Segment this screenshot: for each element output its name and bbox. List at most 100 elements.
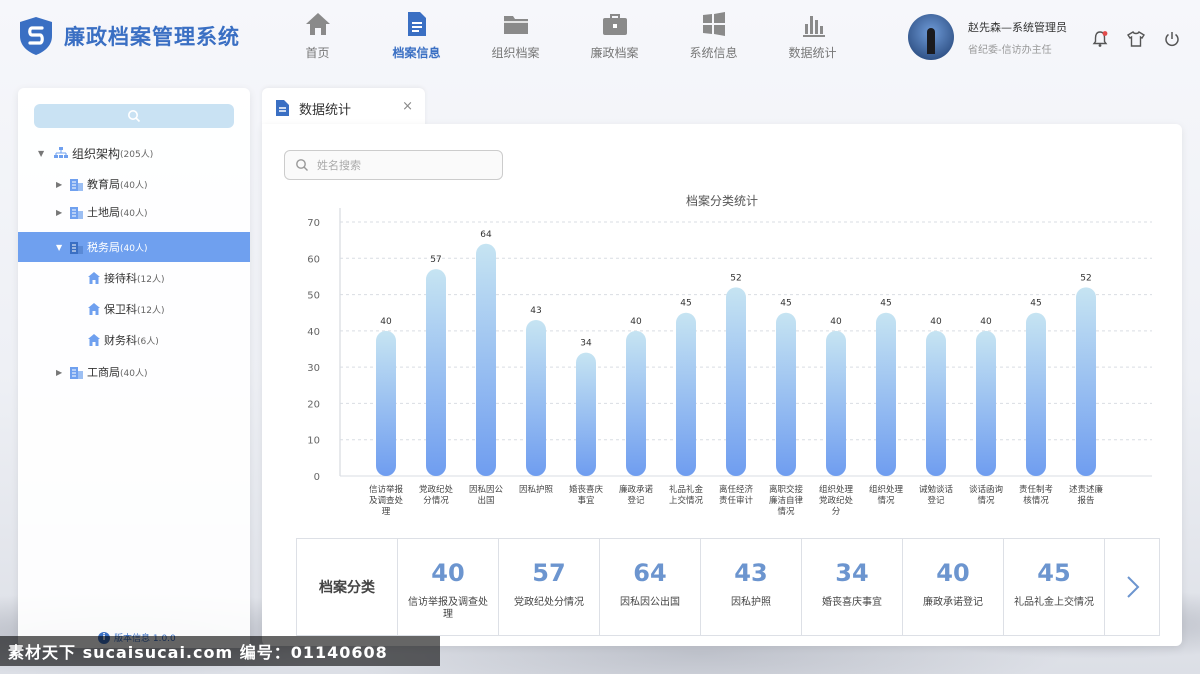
app-title: 廉政档案管理系统: [64, 25, 240, 49]
document-icon: [276, 100, 289, 116]
bar: [926, 330, 946, 476]
user-role: 省纪委-信访办主任: [968, 44, 1052, 56]
chevron-right-icon: [1127, 576, 1140, 598]
bar: [476, 243, 496, 476]
x-tick-label-line: 理: [382, 507, 391, 517]
bar-value-label: 43: [530, 306, 541, 316]
x-tick-label: 信访举报及调查处理: [369, 484, 404, 517]
tree-root[interactable]: ▼ 组织架构 (205人): [18, 138, 250, 168]
x-tick-label-line: 离职交接: [769, 484, 804, 495]
x-tick-label: 谈话函询情况: [969, 484, 1003, 506]
expanded-caret-icon: ▼: [56, 242, 63, 252]
summary-value: 40: [936, 559, 970, 587]
bar-value-label: 40: [830, 317, 842, 327]
notification-bell-icon[interactable]: [1088, 28, 1112, 50]
windows-icon: [702, 12, 725, 36]
summary-cell[interactable]: 34 婚丧喜庆事宜: [802, 539, 903, 635]
sidebar-org-tree: ▼ 组织架构 (205人) ▶ 教育局 (40人) ▶ 土地局 (40人) ▼ 税务局…: [18, 88, 250, 648]
tree-item-label: 税务局: [87, 241, 120, 254]
close-icon[interactable]: ×: [402, 99, 413, 114]
building-icon: [70, 178, 83, 191]
summary-cell[interactable]: 64 因私因公出国: [600, 539, 701, 635]
x-tick-label-line: 礼品礼金: [669, 484, 704, 495]
bar-chart: 01020304050607040信访举报及调查处理57党政纪处分情况64因私因…: [307, 208, 1152, 517]
house-icon: [88, 303, 100, 315]
tree-item-label: 接待科: [104, 272, 137, 285]
collapsed-caret-icon: ▶: [56, 367, 63, 377]
tab-data-stats[interactable]: 数据统计 ×: [262, 88, 425, 128]
tree-item-finance[interactable]: 财务科 (6人): [18, 325, 250, 355]
document-icon: [407, 12, 426, 36]
x-tick-label-line: 廉洁自律: [769, 495, 804, 506]
x-tick-label: 礼品礼金上交情况: [669, 484, 704, 506]
x-tick-label-line: 信访举报: [369, 484, 404, 495]
bar-chart-icon: [802, 16, 825, 37]
tree-item-count: (12人): [137, 305, 165, 316]
summary-value: 57: [532, 559, 566, 587]
user-profile[interactable]: 赵先森—系统管理员 省纪委-信访办主任: [908, 14, 1067, 60]
building-icon: [70, 206, 83, 219]
summary-cell[interactable]: 40 信访举报及调查处理: [398, 539, 499, 635]
power-logout-icon[interactable]: [1160, 28, 1184, 50]
summary-cell[interactable]: 40 廉政承诺登记: [903, 539, 1004, 635]
bar-value-label: 40: [630, 317, 642, 327]
tree-item-reception[interactable]: 接待科 (12人): [18, 263, 250, 293]
summary-next-button[interactable]: [1105, 539, 1159, 635]
tree-item-tax[interactable]: ▼ 税务局 (40人): [18, 232, 250, 262]
nav-archive-info[interactable]: 档案信息: [367, 10, 466, 70]
tree-item-label: 保卫科: [104, 303, 137, 316]
bar-value-label: 45: [680, 299, 691, 309]
nav-data-stats[interactable]: 数据统计: [763, 10, 862, 70]
x-tick-label-line: 因私护照: [519, 484, 554, 495]
bar-value-label: 34: [580, 339, 592, 349]
bar-value-label: 52: [730, 273, 741, 283]
y-tick-label: 10: [307, 436, 320, 447]
summary-value: 64: [633, 559, 667, 587]
bar: [426, 269, 446, 476]
tree-item-commerce[interactable]: ▶ 工商局 (40人): [18, 357, 250, 387]
nav-system-info[interactable]: 系统信息: [664, 10, 763, 70]
bar: [576, 352, 596, 476]
x-tick-label-line: 因私因公: [469, 485, 504, 495]
x-tick-label-line: 情况: [977, 495, 995, 506]
nav-home[interactable]: 首页: [268, 10, 367, 70]
x-tick-label-line: 婚丧喜庆: [569, 484, 604, 495]
bar-value-label: 40: [380, 317, 392, 327]
bar: [726, 287, 746, 476]
y-tick-label: 40: [307, 327, 320, 338]
summary-cell[interactable]: 57 党政纪处分情况: [499, 539, 600, 635]
bar: [626, 330, 646, 476]
summary-header: 档案分类: [297, 539, 398, 635]
x-tick-label-line: 分: [832, 507, 841, 517]
summary-cell[interactable]: 43 因私护照: [701, 539, 802, 635]
expanded-caret-icon: ▼: [38, 148, 45, 158]
nav-org-archive[interactable]: 组织档案: [466, 10, 565, 70]
main-panel: 档案分类统计 01020304050607040信访举报及调查处理57党政纪处分…: [262, 124, 1182, 646]
summary-strip: 档案分类 40 信访举报及调查处理 57 党政纪处分情况 64 因私因公出国 4…: [296, 538, 1160, 636]
nav-integrity-archive[interactable]: 廉政档案: [565, 10, 664, 70]
tree-item-label: 教育局: [87, 178, 120, 191]
bar-value-label: 45: [780, 299, 791, 309]
avatar[interactable]: [908, 14, 954, 60]
tree-item-security[interactable]: 保卫科 (12人): [18, 294, 250, 324]
x-tick-label-line: 情况: [877, 495, 895, 506]
x-tick-label-line: 报告: [1077, 495, 1094, 506]
sidebar-search-button[interactable]: [34, 104, 234, 128]
tree-item-land[interactable]: ▶ 土地局 (40人): [18, 197, 250, 227]
bar: [1026, 312, 1046, 476]
tree-item-education[interactable]: ▶ 教育局 (40人): [18, 169, 250, 199]
x-tick-label-line: 组织处理: [869, 484, 904, 495]
x-tick-label-line: 谈话函询: [969, 484, 1003, 495]
nav-home-label: 首页: [305, 46, 330, 60]
nav-org-archive-label: 组织档案: [491, 46, 540, 60]
x-tick-label-line: 登记: [627, 495, 645, 506]
x-tick-label: 因私因公出国: [469, 485, 504, 506]
collapsed-caret-icon: ▶: [56, 179, 63, 189]
x-tick-label-line: 出国: [477, 495, 494, 506]
summary-cell[interactable]: 45 礼品礼金上交情况: [1004, 539, 1105, 635]
tree-item-count: (12人): [137, 274, 165, 285]
skin-shirt-icon[interactable]: [1124, 28, 1148, 50]
bar-value-label: 40: [930, 317, 942, 327]
house-icon: [88, 272, 100, 284]
y-tick-label: 30: [307, 363, 320, 374]
